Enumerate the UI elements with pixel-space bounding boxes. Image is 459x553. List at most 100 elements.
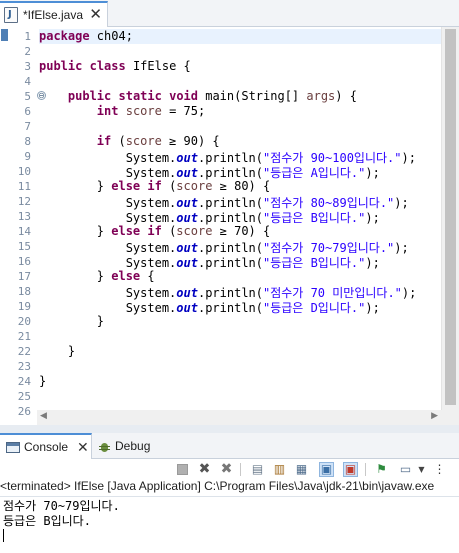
scroll-lock-icon[interactable]: ▥ [272, 462, 287, 477]
code-token: = 75; [161, 104, 206, 118]
vertical-scroll-thumb[interactable] [445, 29, 456, 405]
tab-console[interactable]: Console ✕ [0, 433, 92, 459]
code-token: ); [365, 256, 380, 270]
code-token: ); [394, 241, 409, 255]
toolbar-separator [365, 463, 366, 476]
line-number: 22 [17, 345, 31, 358]
editor-tab-bar: *IfElse.java ✕ [0, 0, 459, 27]
line-number: 25 [17, 390, 31, 403]
scroll-left-icon[interactable]: ◀ [40, 411, 47, 421]
scrollbar-corner [441, 410, 459, 425]
line-number: 20 [17, 315, 31, 328]
pin-console-icon[interactable]: ⚑ [374, 462, 389, 477]
line-number: 1 [24, 30, 31, 43]
code-token: .println( [197, 301, 263, 315]
console-output[interactable]: 점수가 70~79입니다. 등급은 B입니다. [0, 496, 459, 553]
code-token: package [39, 29, 90, 43]
line-number: 23 [17, 360, 31, 373]
line-number: 2 [24, 45, 31, 58]
line-number: 13 [17, 210, 31, 223]
terminate-icon[interactable] [175, 462, 190, 477]
code-token: ); [401, 286, 417, 300]
code-line: public class IfElse { [39, 59, 191, 74]
code-token: out [176, 151, 198, 165]
code-token: ) { [335, 89, 357, 103]
code-token: "등급은 B입니다." [263, 211, 366, 225]
code-token: ( [111, 134, 126, 148]
code-token: main(String[] [198, 89, 307, 103]
code-token: if [147, 179, 162, 193]
code-token: ); [365, 211, 380, 225]
word-wrap-icon[interactable]: ▦ [294, 462, 309, 477]
close-icon[interactable]: ✕ [89, 6, 102, 22]
show-on-stdout-icon[interactable]: ▣ [319, 462, 334, 477]
chevron-down-icon[interactable]: ▼ [414, 462, 429, 477]
java-file-icon [4, 7, 18, 23]
code-token: out [176, 301, 198, 315]
code-token: ); [365, 301, 380, 315]
console-toolbar: ✖ ✖ ▤ ▥ ▦ ▣ ▣ ⚑ ▭ ▼ ⋮ [0, 459, 459, 479]
code-token: .println( [197, 241, 263, 255]
panel-divider[interactable] [0, 425, 459, 433]
code-token: if [96, 134, 112, 148]
code-token: System. [39, 256, 177, 270]
console-output-line: 등급은 B입니다. [3, 514, 91, 528]
code-line: System.out.println("점수가 70~79입니다."); [39, 239, 409, 255]
code-line: } [39, 374, 46, 389]
code-line: System.out.println("등급은 D입니다."); [39, 299, 380, 315]
show-on-stderr-icon[interactable]: ▣ [343, 462, 358, 477]
line-number: 10 [17, 165, 31, 178]
tab-debug[interactable]: Debug [94, 433, 150, 459]
line-number: 19 [17, 300, 31, 313]
display-console-icon[interactable]: ▭ [398, 462, 413, 477]
code-token: } [39, 314, 105, 328]
code-line: } [39, 314, 104, 329]
code-token: ( [161, 224, 177, 238]
tab-console-label: Console [24, 440, 69, 454]
vertical-scrollbar[interactable] [441, 27, 459, 410]
code-token: class [89, 59, 126, 73]
line-number-gutter: 1 2 3 4 5 6 7 8 9 10 11 12 13 14 15 16 17 18 19 20 21 22 23 24 2… [8, 27, 46, 418]
view-menu-icon[interactable]: ⋮ [432, 462, 447, 477]
code-token: .println( [197, 166, 263, 180]
text-cursor [3, 529, 4, 542]
line-number: 12 [17, 195, 31, 208]
code-token: .println( [197, 196, 263, 210]
code-token: System. [39, 151, 177, 165]
code-token: } [39, 179, 112, 193]
code-token: } [39, 344, 76, 358]
code-token: score [125, 134, 162, 148]
code-area[interactable]: package ch04; public class IfElse { publi… [39, 27, 441, 410]
code-token: else [111, 179, 141, 193]
remove-launch-icon[interactable]: ✖ [197, 462, 212, 477]
remove-all-terminated-icon[interactable]: ✖ [219, 462, 234, 477]
scroll-right-icon[interactable]: ▶ [431, 411, 438, 421]
code-token: "등급은 B입니다." [263, 256, 366, 270]
code-token: out [176, 241, 198, 255]
editor-tab-ifelse[interactable]: *IfElse.java ✕ [0, 1, 108, 27]
code-token: args [306, 89, 336, 103]
code-token: } [39, 224, 112, 238]
code-line: System.out.println("등급은 A입니다."); [39, 164, 380, 180]
code-token: int [96, 104, 119, 118]
code-token: static [118, 89, 162, 103]
line-number: 3 [24, 60, 31, 73]
code-token: .println( [197, 256, 263, 270]
code-editor[interactable]: 1 2 3 4 5 6 7 8 9 10 11 12 13 14 15 16 17 18 19 20 21 22 23 24 2… [0, 27, 459, 425]
line-number: 14 [17, 225, 31, 238]
debug-icon [98, 440, 111, 453]
code-token: "등급은 A입니다." [263, 166, 366, 180]
editor-tab-title: *IfElse.java [23, 8, 84, 22]
code-token: score [176, 179, 213, 193]
close-icon[interactable]: ✕ [77, 439, 89, 456]
code-token: if [147, 224, 162, 238]
clear-console-icon[interactable]: ▤ [250, 462, 265, 477]
horizontal-scrollbar[interactable]: ◀ ▶ [37, 410, 441, 425]
code-token: System. [39, 301, 177, 315]
code-token: ( [161, 179, 177, 193]
code-token: ); [401, 151, 416, 165]
